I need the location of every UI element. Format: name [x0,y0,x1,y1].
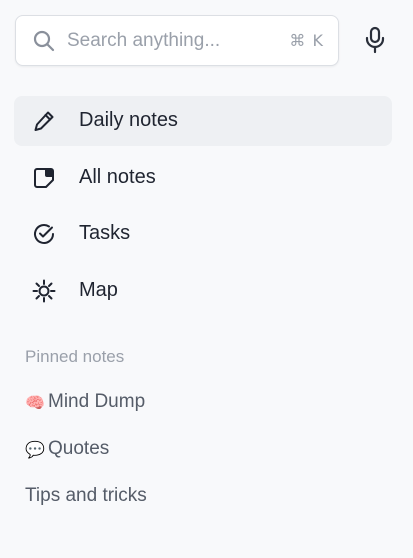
pinned-note-label: Mind Dump [48,391,146,412]
brain-emoji-icon: 🧠 [25,392,45,412]
search-shortcut-hint: ⌘ K [289,31,324,50]
nav-item-tasks[interactable]: Tasks [14,209,392,259]
search-input[interactable] [67,16,287,65]
pinned-note-quotes[interactable]: 💬 Quotes [25,438,109,460]
microphone-icon [365,26,385,54]
nav-label: All notes [79,165,156,188]
pinned-note-tips-and-tricks[interactable]: Tips and tricks [25,485,147,507]
nav-item-daily-notes[interactable]: Daily notes [14,96,392,146]
nav-item-map[interactable]: Map [14,266,392,316]
pinned-notes-heading: Pinned notes [25,347,125,366]
nav-label: Tasks [79,222,131,244]
check-circle-icon [34,224,54,244]
speech-bubble-emoji-icon: 💬 [25,439,45,459]
nav-label: Daily notes [79,109,178,131]
pinned-note-label: Quotes [48,438,110,459]
sun-icon [32,279,56,302]
pencil-icon [34,111,54,131]
note-icon [34,167,54,188]
nav-label: Map [79,278,118,301]
pinned-note-label: Tips and tricks [25,485,147,506]
search-box[interactable]: ⌘ K [15,15,339,66]
search-icon [33,30,55,52]
main-nav: Daily notes All notes Tasks Map [14,96,392,322]
microphone-button[interactable] [360,24,390,56]
pinned-note-mind-dump[interactable]: 🧠 Mind Dump [25,391,145,413]
nav-item-all-notes[interactable]: All notes [14,153,392,203]
